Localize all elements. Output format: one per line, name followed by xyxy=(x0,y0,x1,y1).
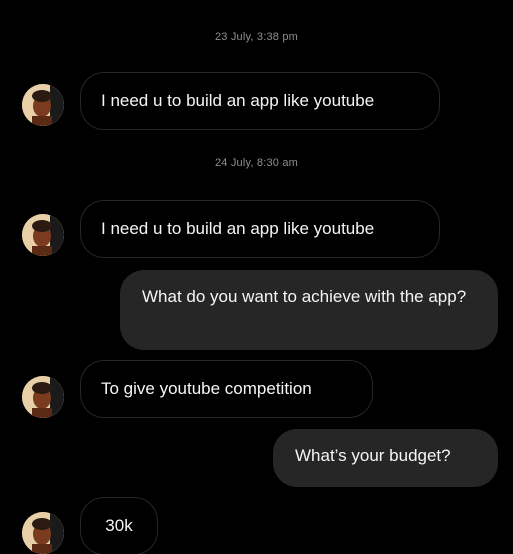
contact-avatar[interactable] xyxy=(22,214,64,256)
timestamp: 24 July, 8:30 am xyxy=(214,157,299,169)
message-text: I need u to build an app like youtube xyxy=(101,91,375,110)
message-bubble-outgoing[interactable]: What do you want to achieve with the app… xyxy=(120,270,498,350)
avatar-photo-icon xyxy=(22,84,64,126)
contact-avatar[interactable] xyxy=(22,512,64,554)
chat-thread[interactable]: 23 July, 3:38 pm I need u to build an ap… xyxy=(0,0,513,554)
timestamp: 23 July, 3:38 pm xyxy=(214,31,299,43)
message-bubble-incoming[interactable]: I need u to build an app like youtube xyxy=(80,200,440,258)
message-text: What’s your budget? xyxy=(295,446,451,465)
message-bubble-incoming[interactable]: To give youtube competition xyxy=(80,360,373,418)
contact-avatar[interactable] xyxy=(22,376,64,418)
message-bubble-outgoing[interactable]: What’s your budget? xyxy=(273,429,498,487)
message-text: What do you want to achieve with the app… xyxy=(142,287,467,306)
message-text: 30k xyxy=(105,516,133,535)
message-text: I need u to build an app like youtube xyxy=(101,219,375,238)
message-text: To give youtube competition xyxy=(101,379,312,398)
avatar-photo-icon xyxy=(22,214,64,256)
contact-avatar[interactable] xyxy=(22,84,64,126)
message-bubble-incoming[interactable]: 30k xyxy=(80,497,158,554)
avatar-photo-icon xyxy=(22,376,64,418)
avatar-photo-icon xyxy=(22,512,64,554)
message-bubble-incoming[interactable]: I need u to build an app like youtube xyxy=(80,72,440,130)
